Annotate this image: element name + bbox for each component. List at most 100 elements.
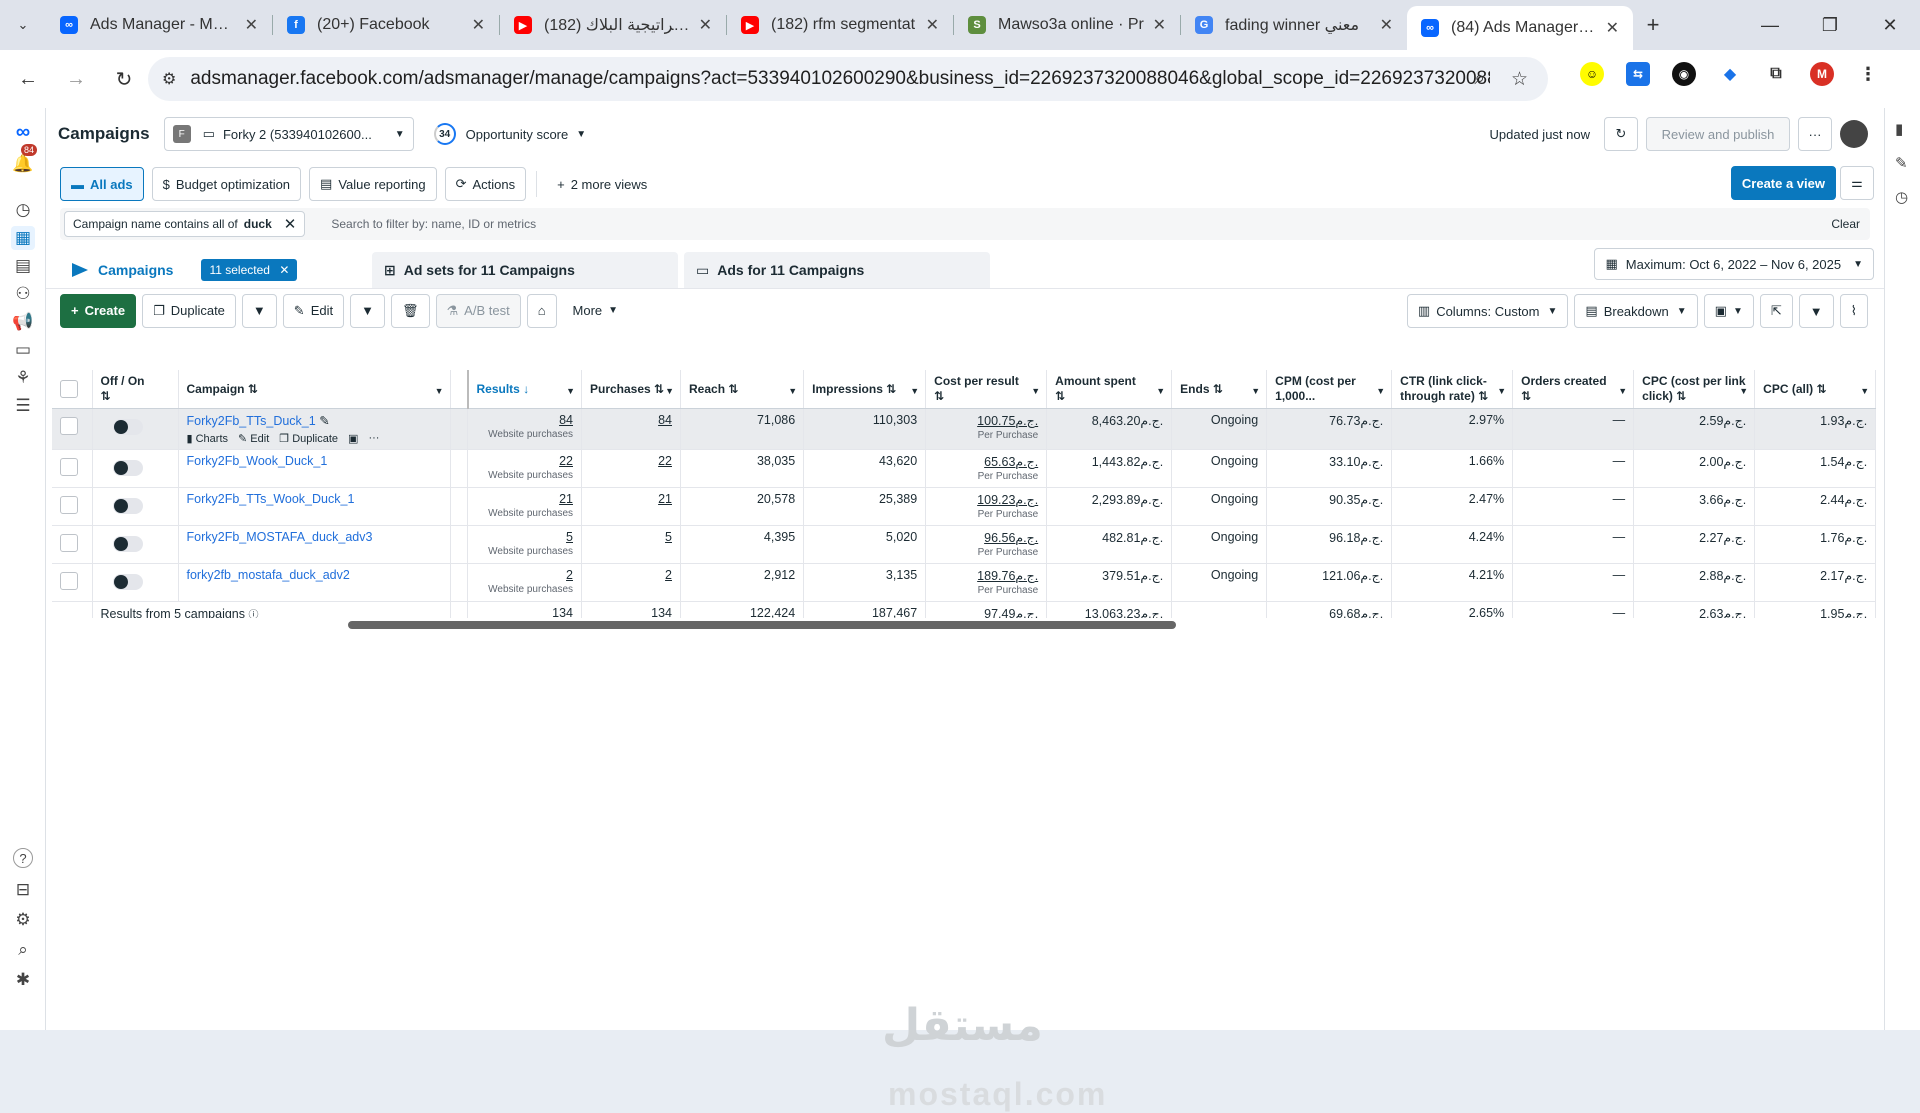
campaign-cell[interactable]: Forky2Fb_MOSTAFA_duck_adv3: [178, 525, 451, 564]
column-header-cost-per-result[interactable]: Cost per result ⇅ ▼: [925, 370, 1048, 409]
column-header-cpc-all[interactable]: CPC (all) ⇅ ▼: [1754, 370, 1877, 409]
horizontal-scrollbar[interactable]: [348, 621, 1176, 629]
extensions-puzzle-icon[interactable]: ⧉: [1764, 62, 1788, 86]
column-header-ctr[interactable]: CTR (link click-through rate) ⇅ ▼: [1391, 370, 1514, 409]
export-dropdown[interactable]: ▼: [1798, 294, 1834, 328]
row-checkbox[interactable]: [60, 534, 78, 552]
column-header-reach[interactable]: Reach ⇅ ▼: [680, 370, 805, 409]
browser-tab[interactable]: ∞ (84) Ads Manager - M ✕: [1407, 6, 1633, 50]
campaigns-table-icon[interactable]: ▦: [11, 226, 35, 250]
campaign-cell[interactable]: forky2fb_mostafa_duck_adv2: [178, 563, 451, 602]
chevron-down-icon[interactable]: ▼: [1251, 384, 1260, 399]
campaign-cell[interactable]: Forky2Fb_TTs_Duck_1 ✎ ▮ Charts ✎ Edit ❐ Dup…: [178, 408, 451, 450]
select-all-checkbox[interactable]: [60, 380, 78, 398]
export-button[interactable]: ⇱: [1759, 294, 1793, 328]
campaign-name-link[interactable]: Forky2Fb_TTs_Wook_Duck_1: [187, 492, 355, 506]
toggle-cell[interactable]: [92, 525, 179, 564]
sort-icon[interactable]: ⇅: [1478, 389, 1488, 403]
duplicate-link[interactable]: ❐ Duplicate: [279, 432, 338, 445]
date-range-picker[interactable]: ▦ Maximum: Oct 6, 2022 – Nov 6, 2025 ▼: [1594, 248, 1874, 280]
dashboard-icon[interactable]: ◷: [11, 198, 35, 222]
row-checkbox[interactable]: [60, 458, 78, 476]
campaign-name-link[interactable]: Forky2Fb_Wook_Duck_1: [187, 454, 328, 468]
cost-per-result-value[interactable]: 96.56ج.م.: [984, 531, 1038, 545]
campaign-name-link[interactable]: Forky2Fb_MOSTAFA_duck_adv3: [187, 530, 373, 544]
purchases-value[interactable]: 22: [658, 454, 672, 468]
column-header-cpc[interactable]: CPC (cost per link click) ⇅ ▼: [1633, 370, 1756, 409]
purchases-value[interactable]: 2: [665, 568, 672, 582]
delete-button[interactable]: 🗑: [390, 293, 430, 328]
sort-icon[interactable]: ⇅: [1817, 382, 1827, 396]
breakdown-button[interactable]: ▤ Breakdown ▼: [1574, 294, 1698, 328]
duplicate-button[interactable]: ❐ Duplicate: [142, 293, 236, 328]
ab-test-button[interactable]: ⚗ A/B test: [435, 293, 521, 328]
refresh-button[interactable]: ↻: [1604, 117, 1638, 151]
charts-button[interactable]: ⌇: [1839, 294, 1868, 328]
browser-menu-icon[interactable]: ⋮: [1856, 62, 1880, 86]
billing-icon[interactable]: ▭: [11, 338, 35, 362]
tab-adsets[interactable]: ⊞ Ad sets for 11 Campaigns: [372, 252, 678, 288]
budget-optimization-view[interactable]: $ Budget optimization: [151, 167, 302, 201]
close-window-icon[interactable]: ✕: [1860, 15, 1920, 36]
close-tab-icon[interactable]: ✕: [472, 15, 485, 35]
sort-icon[interactable]: ⇅: [886, 382, 896, 396]
advertising-icon[interactable]: 📢: [11, 310, 35, 334]
sort-icon[interactable]: ⇅: [654, 382, 664, 396]
audiences-icon[interactable]: ⚇: [11, 282, 35, 306]
table-row[interactable]: forky2fb_mostafa_duck_adv2 2 Website purch…: [52, 563, 1877, 602]
bug-report-icon[interactable]: ✱: [11, 968, 35, 992]
checkbox-cell[interactable]: [52, 449, 93, 488]
site-info-icon[interactable]: ⚙: [162, 69, 176, 89]
account-selector[interactable]: F ▭ Forky 2 (533940102600... ▼: [163, 117, 414, 151]
results-value[interactable]: 5: [566, 530, 573, 544]
purchases-value[interactable]: 21: [658, 492, 672, 506]
purchases-value[interactable]: 84: [658, 413, 672, 427]
close-tab-icon[interactable]: ✕: [1153, 15, 1166, 35]
chevron-down-icon[interactable]: ▼: [1497, 384, 1506, 399]
help-icon[interactable]: ?: [13, 848, 33, 868]
browser-tab[interactable]: ∞ Ads Manager - Mana ✕: [46, 5, 272, 45]
results-value[interactable]: 21: [559, 492, 573, 506]
extension-icon[interactable]: ⇆: [1626, 62, 1650, 86]
sort-icon[interactable]: ⇅: [1676, 389, 1686, 403]
campaign-cell[interactable]: Forky2Fb_TTs_Wook_Duck_1: [178, 487, 451, 526]
results-value[interactable]: 2: [566, 568, 573, 582]
sort-icon[interactable]: ⇅: [248, 382, 258, 396]
purchases-value[interactable]: 5: [665, 530, 672, 544]
campaign-name-link[interactable]: forky2fb_mostafa_duck_adv2: [187, 568, 350, 582]
table-row[interactable]: Forky2Fb_TTs_Duck_1 ✎ ▮ Charts ✎ Edit ❐ Dup…: [52, 408, 1877, 450]
close-icon[interactable]: ✕: [284, 215, 297, 233]
extension-icon[interactable]: ◆: [1718, 62, 1742, 86]
column-header-ends[interactable]: Ends ⇅ ▼: [1171, 370, 1268, 409]
filter-chip[interactable]: Campaign name contains all of duck ✕: [64, 211, 306, 237]
browser-tab[interactable]: ▶ (182) rfm segmentat ✕: [727, 5, 953, 45]
sort-icon[interactable]: ⇅: [728, 382, 738, 396]
pin-icon[interactable]: ▣: [348, 432, 358, 445]
clear-filters-button[interactable]: Clear: [1831, 217, 1860, 231]
profile-avatar[interactable]: M: [1810, 62, 1834, 86]
more-button[interactable]: More ▼: [562, 293, 629, 328]
chevron-down-icon[interactable]: ▼: [665, 384, 674, 399]
campaign-toggle[interactable]: [112, 536, 143, 552]
reload-icon[interactable]: ↻: [104, 67, 144, 92]
forward-icon[interactable]: →: [56, 68, 96, 91]
charts-link[interactable]: ▮ Charts: [187, 432, 229, 445]
chevron-down-icon[interactable]: ▼: [1860, 384, 1869, 399]
pencil-icon[interactable]: ✎: [319, 414, 329, 428]
chevron-down-icon[interactable]: ▼: [910, 384, 919, 399]
checkbox-cell[interactable]: [52, 563, 93, 602]
chevron-down-icon[interactable]: ▼: [435, 384, 444, 399]
insights-chart-icon[interactable]: ▮: [1895, 120, 1903, 138]
sort-desc-icon[interactable]: ↓: [523, 382, 529, 396]
filter-search-input[interactable]: Search to filter by: name, ID or metrics: [331, 217, 536, 231]
tab-ads[interactable]: ▭ Ads for 11 Campaigns: [684, 252, 990, 288]
campaign-cell[interactable]: Forky2Fb_Wook_Duck_1: [178, 449, 451, 488]
browser-tab[interactable]: S Mawso3a online · Pr ✕: [954, 5, 1180, 45]
bookmark-star-icon[interactable]: ☆: [1511, 68, 1528, 91]
toggle-cell[interactable]: [92, 487, 179, 526]
column-header-purchases[interactable]: Purchases ⇅ ▼: [581, 370, 681, 409]
more-icon[interactable]: ···: [368, 432, 379, 445]
browser-tab[interactable]: Gfading winner معني ✕: [1181, 5, 1407, 45]
duplicate-dropdown[interactable]: ▼: [241, 293, 277, 328]
all-ads-view[interactable]: ▬ All ads: [60, 167, 144, 201]
